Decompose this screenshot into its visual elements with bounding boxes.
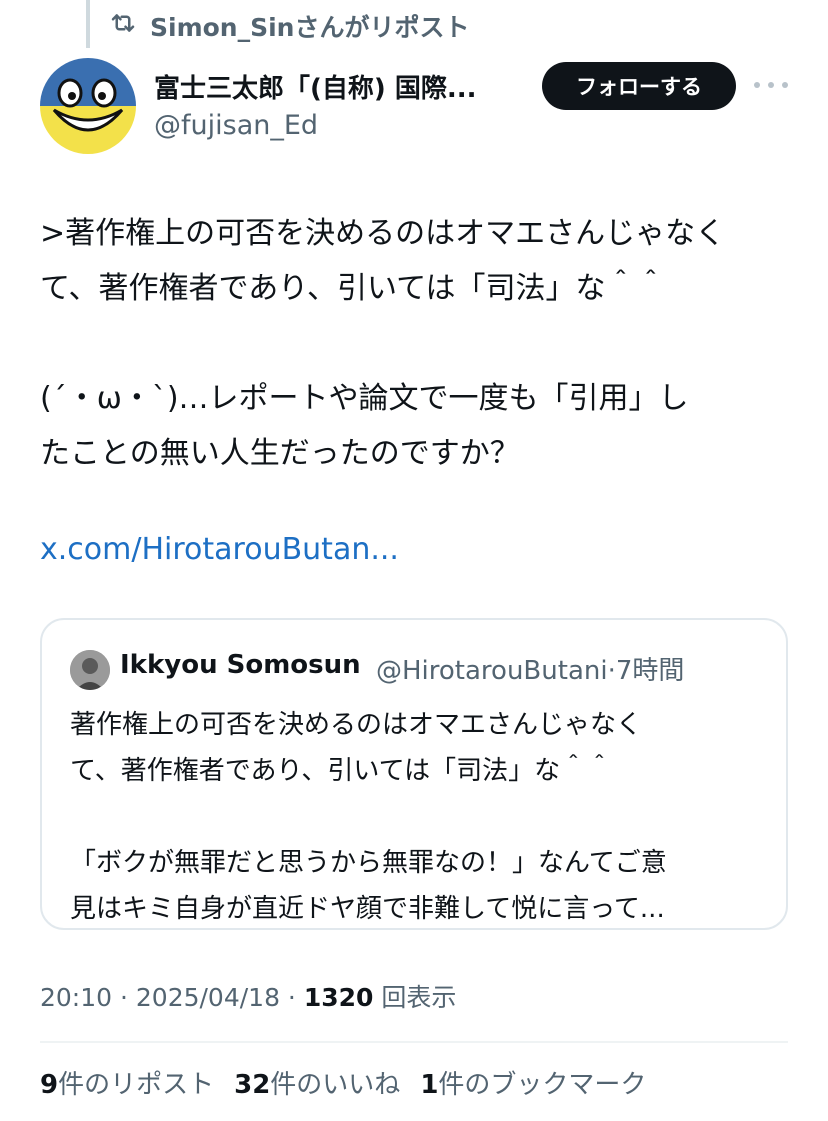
tweet-date[interactable]: 2025/04/18 xyxy=(136,983,280,1012)
quote-author-name: Ikkyou Somosun xyxy=(120,650,361,680)
bookmarks-stat[interactable]: 1件のブックマーク xyxy=(420,1064,646,1101)
repost-text: Simon_Sinさんがリポスト xyxy=(150,13,470,42)
quote-author-meta: @HirotarouButani·7時間 xyxy=(376,656,685,686)
reposts-label: 件のリポスト xyxy=(58,1070,215,1100)
bookmarks-label: 件のブックマーク xyxy=(438,1070,647,1100)
repost-indicator[interactable]: Simon_Sinさんがリポスト xyxy=(108,8,469,44)
tweet-paragraph: (´・ω・`)…レポートや論文で一度も「引用」し たことの無い人生だったのですか… xyxy=(40,381,689,471)
tweet-link[interactable]: x.com/HirotarouButan... xyxy=(40,522,399,577)
tweet-paragraph: >著作権上の可否を決めるのはオマエさんじゃなく て、著作権者であり、引いては「司… xyxy=(40,216,726,306)
views-count: 1320 xyxy=(303,983,374,1012)
bookmarks-count: 1 xyxy=(420,1070,439,1100)
tweet-body: >著作権上の可否を決めるのはオマエさんじゃなく て、著作権者であり、引いては「司… xyxy=(40,206,788,481)
reposts-stat[interactable]: 9件のリポスト xyxy=(40,1064,214,1101)
likes-count: 32 xyxy=(234,1070,271,1100)
tweet-meta: 20:10 · 2025/04/18 · 1320 回表示 xyxy=(40,983,457,1012)
likes-label: 件のいいね xyxy=(270,1070,401,1100)
engagement-stats: 9件のリポスト 32件のいいね 1件のブックマーク xyxy=(40,1064,646,1101)
quote-body: 著作権上の可否を決めるのはオマエさんじゃなく て、著作権者であり、引いては「司法… xyxy=(70,702,760,932)
tweet-time[interactable]: 20:10 xyxy=(40,983,112,1012)
more-icon[interactable] xyxy=(754,70,788,100)
follow-button[interactable]: フォローする xyxy=(542,62,736,110)
views-label: 回表示 xyxy=(381,983,457,1012)
likes-stat[interactable]: 32件のいいね xyxy=(234,1064,400,1101)
quote-author-handle: @HirotarouButani xyxy=(376,656,608,686)
repost-icon xyxy=(108,8,138,44)
quote-time: 7時間 xyxy=(615,656,685,686)
author-name[interactable]: 富士三太郎「(自称) 国際... xyxy=(154,68,526,105)
quoted-tweet-card[interactable]: Ikkyou Somosun @HirotarouButani·7時間 著作権上… xyxy=(40,618,788,930)
quote-paragraph: 著作権上の可否を決めるのはオマエさんじゃなく て、著作権者であり、引いては「司法… xyxy=(70,710,643,786)
divider xyxy=(40,1041,788,1043)
thread-connector-line xyxy=(86,0,90,48)
quote-paragraph: 「ボクが無罪だと思うから無罪なの！」なんてご意 見はキミ自身が直近ドヤ顔で非難し… xyxy=(70,848,667,924)
quote-author-avatar xyxy=(70,650,110,690)
author-handle[interactable]: @fujisan_Ed xyxy=(154,110,318,141)
reposts-count: 9 xyxy=(40,1070,59,1100)
author-avatar[interactable] xyxy=(40,58,136,154)
